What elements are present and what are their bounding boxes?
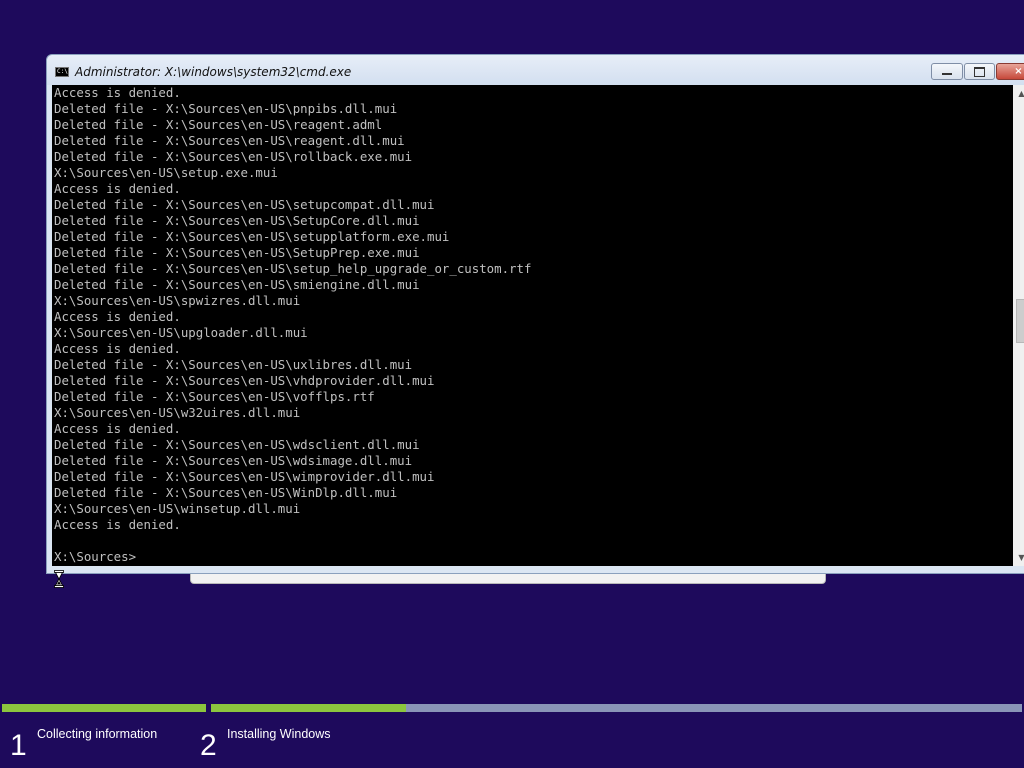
console-line: X:\Sources\en-US\spwizres.dll.mui <box>54 293 301 308</box>
console-line: Access is denied. <box>54 421 181 436</box>
console-line: Deleted file - X:\Sources\en-US\wimprovi… <box>54 469 435 484</box>
console-line: Deleted file - X:\Sources\en-US\reagent.… <box>54 117 383 132</box>
title-bar[interactable]: C:\ Administrator: X:\windows\system32\c… <box>47 55 1024 85</box>
console-line: Deleted file - X:\Sources\en-US\setuppla… <box>54 229 450 244</box>
step-number: 2 <box>200 729 217 762</box>
console-line: Deleted file - X:\Sources\en-US\WinDlp.d… <box>54 485 398 500</box>
scroll-down-arrow-icon[interactable]: ▼ <box>1013 549 1024 566</box>
console-line: X:\Sources\en-US\setup.exe.mui <box>54 165 278 180</box>
console-line: Deleted file - X:\Sources\en-US\vhdprovi… <box>54 373 435 388</box>
step-label: Installing Windows <box>227 727 331 741</box>
console-line: X:\Sources> <box>54 549 137 564</box>
console-line: Access is denied. <box>54 181 181 196</box>
console-line: Deleted file - X:\Sources\en-US\pnpibs.d… <box>54 101 398 116</box>
console-line: Deleted file - X:\Sources\en-US\wdsimage… <box>54 453 413 468</box>
busy-cursor-icon <box>54 570 64 588</box>
close-icon: × <box>1014 66 1023 77</box>
console-line: Deleted file - X:\Sources\en-US\rollback… <box>54 149 413 164</box>
console-line: Access is denied. <box>54 309 181 324</box>
console-line: Deleted file - X:\Sources\en-US\setup_he… <box>54 261 532 276</box>
console-line: X:\Sources\en-US\w32uires.dll.mui <box>54 405 301 420</box>
console-output[interactable]: Access is denied. Deleted file - X:\Sourc… <box>52 85 1013 566</box>
console-line: Deleted file - X:\Sources\en-US\vofflps.… <box>54 389 375 404</box>
maximize-button[interactable] <box>964 63 995 80</box>
console-icon: C:\ <box>55 67 69 77</box>
console-lines: Access is denied. Deleted file - X:\Sourc… <box>52 85 1013 565</box>
console-line: Deleted file - X:\Sources\en-US\reagent.… <box>54 133 405 148</box>
step-label: Collecting information <box>37 727 158 741</box>
window-title: Administrator: X:\windows\system32\cmd.e… <box>75 65 352 79</box>
scroll-up-arrow-icon[interactable]: ▲ <box>1013 85 1024 102</box>
console-line: Deleted file - X:\Sources\en-US\uxlibres… <box>54 357 413 372</box>
progress-bar-step-2 <box>211 704 1022 712</box>
vertical-scrollbar[interactable]: ▲ ▼ <box>1013 85 1024 566</box>
minimize-button[interactable] <box>931 63 963 80</box>
close-button[interactable]: × <box>996 63 1024 80</box>
console-line: Access is denied. <box>54 517 181 532</box>
console-line: Deleted file - X:\Sources\en-US\wdsclien… <box>54 437 420 452</box>
maximize-icon <box>974 66 985 77</box>
console-line: Deleted file - X:\Sources\en-US\SetupPre… <box>54 245 420 260</box>
progress-fill-step-1 <box>2 704 206 712</box>
step-number: 1 <box>10 729 27 762</box>
console-line: Deleted file - X:\Sources\en-US\smiengin… <box>54 277 420 292</box>
minimize-icon <box>942 73 952 75</box>
progress-fill-step-2 <box>211 704 406 712</box>
console-line: X:\Sources\en-US\upgloader.dll.mui <box>54 325 308 340</box>
console-line: Deleted file - X:\Sources\en-US\SetupCor… <box>54 213 420 228</box>
console-line: X:\Sources\en-US\winsetup.dll.mui <box>54 501 301 516</box>
progress-bar-step-1 <box>2 704 206 712</box>
console-line: Access is denied. <box>54 85 181 100</box>
cmd-window: C:\ Administrator: X:\windows\system32\c… <box>46 54 1024 574</box>
scroll-thumb[interactable] <box>1016 299 1024 343</box>
console-line: Access is denied. <box>54 341 181 356</box>
console-line: Deleted file - X:\Sources\en-US\setupcom… <box>54 197 435 212</box>
